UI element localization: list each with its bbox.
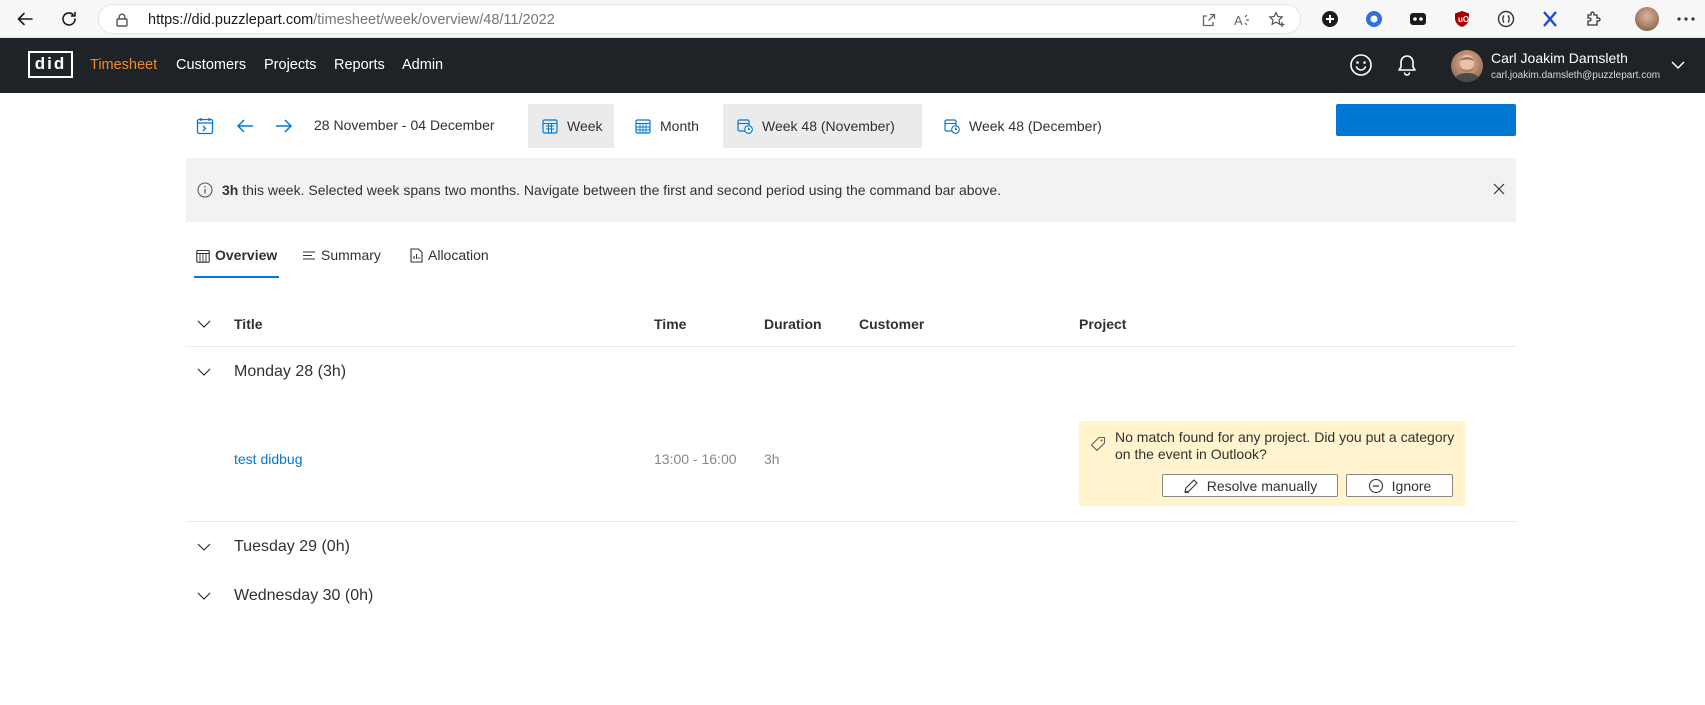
primary-action-button[interactable] <box>1336 104 1516 136</box>
info-message-bar: 3h this week. Selected week spans two mo… <box>186 158 1516 222</box>
extension-icon[interactable] <box>1496 9 1516 29</box>
collapse-all-chevron-icon[interactable] <box>192 312 216 336</box>
nav-timesheet[interactable]: Timesheet <box>90 57 157 73</box>
url-path: /timesheet/week/overview/48/11/2022 <box>313 12 555 28</box>
tab-summary[interactable]: Summary <box>300 240 383 278</box>
back-arrow-icon[interactable] <box>12 6 38 32</box>
column-header-duration[interactable]: Duration <box>764 316 822 332</box>
tab-overview[interactable]: Overview <box>194 240 280 278</box>
calendar-month-icon <box>635 118 651 134</box>
group-toggle-chevron-icon[interactable] <box>192 535 216 559</box>
period-november-button[interactable]: Week 48 (November) <box>723 104 922 148</box>
group-header-tuesday[interactable]: Tuesday 29 (0h) <box>234 538 350 556</box>
info-message-body: this week. Selected week spans two month… <box>238 182 1002 198</box>
text-align-icon <box>302 247 316 263</box>
extension-icon[interactable] <box>1540 9 1560 29</box>
nav-reports[interactable]: Reports <box>334 57 385 73</box>
read-aloud-icon[interactable]: A <box>1234 11 1252 29</box>
period-december-button[interactable]: Week 48 (December) <box>930 104 1116 148</box>
group-toggle-chevron-icon[interactable] <box>192 584 216 608</box>
date-range-label: 28 November - 04 December <box>314 117 495 133</box>
nav-customers[interactable]: Customers <box>176 57 246 73</box>
week-view-label: Week <box>567 118 603 134</box>
info-message-text: 3h this week. Selected week spans two mo… <box>222 182 1001 198</box>
user-email: carl.joakim.damsleth@puzzlepart.com <box>1491 70 1661 81</box>
block-icon <box>1368 478 1384 494</box>
ublock-icon[interactable]: uO <box>1452 9 1472 29</box>
extension-icon[interactable] <box>1320 9 1340 29</box>
bell-icon[interactable] <box>1394 52 1420 78</box>
lock-icon <box>116 13 128 27</box>
chevron-down-icon[interactable] <box>1669 56 1687 74</box>
edit-pen-icon <box>1183 478 1199 494</box>
url-text[interactable]: https://did.puzzlepart.com/timesheet/wee… <box>148 12 555 28</box>
divider <box>186 346 1516 347</box>
app-logo[interactable]: did <box>28 51 73 78</box>
arrow-left-icon[interactable] <box>229 104 261 148</box>
month-view-button[interactable]: Month <box>621 104 713 148</box>
calendar-clock-icon <box>944 118 960 134</box>
extension-icon[interactable] <box>1364 9 1384 29</box>
calendar-week-icon <box>196 247 210 263</box>
info-icon <box>197 182 213 198</box>
arrow-right-icon[interactable] <box>268 104 300 148</box>
svg-text:A: A <box>1234 13 1243 27</box>
column-header-customer[interactable]: Customer <box>859 316 924 332</box>
column-header-time[interactable]: Time <box>654 316 686 332</box>
column-header-title[interactable]: Title <box>234 316 263 332</box>
divider <box>186 521 1516 522</box>
url-domain: https://did.puzzlepart.com <box>148 12 314 28</box>
favorites-icon[interactable] <box>1268 11 1286 29</box>
tab-overview-label: Overview <box>215 247 278 263</box>
nav-admin[interactable]: Admin <box>402 57 443 73</box>
nav-projects[interactable]: Projects <box>264 57 316 73</box>
ignore-button[interactable]: Ignore <box>1346 474 1453 497</box>
week-view-button[interactable]: Week <box>528 104 614 148</box>
tag-icon <box>1090 436 1106 452</box>
event-title-link[interactable]: test didbug <box>234 451 303 467</box>
warning-message: No match found for any project. Did you … <box>1115 429 1455 462</box>
group-toggle-chevron-icon[interactable] <box>192 360 216 384</box>
ignore-label: Ignore <box>1391 477 1432 494</box>
period-december-label: Week 48 (December) <box>969 118 1102 134</box>
open-external-icon[interactable] <box>1200 11 1218 29</box>
column-header-project[interactable]: Project <box>1079 316 1126 332</box>
tab-allocation[interactable]: Allocation <box>408 240 491 278</box>
smiley-icon[interactable] <box>1348 52 1374 78</box>
no-project-match-warning: No match found for any project. Did you … <box>1079 421 1465 506</box>
more-options-icon[interactable] <box>1676 9 1696 29</box>
tab-summary-label: Summary <box>321 247 381 263</box>
resolve-manually-button[interactable]: Resolve manually <box>1162 474 1338 497</box>
close-icon[interactable] <box>1492 182 1506 196</box>
user-name[interactable]: Carl Joakim Damsleth <box>1491 50 1628 66</box>
tab-allocation-label: Allocation <box>428 247 489 263</box>
report-document-icon <box>410 247 423 263</box>
period-november-label: Week 48 (November) <box>762 118 895 134</box>
avatar[interactable] <box>1451 50 1483 82</box>
calendar-today-icon[interactable] <box>189 104 221 148</box>
week-hours: 3h <box>222 182 239 198</box>
calendar-clock-icon <box>737 118 753 134</box>
group-header-monday[interactable]: Monday 28 (3h) <box>234 363 346 381</box>
group-header-wednesday[interactable]: Wednesday 30 (0h) <box>234 587 373 605</box>
resolve-manually-label: Resolve manually <box>1206 477 1318 494</box>
browser-toolbar: https://did.puzzlepart.com/timesheet/wee… <box>0 0 1705 38</box>
svg-text:uO: uO <box>1458 15 1469 24</box>
address-bar[interactable]: https://did.puzzlepart.com/timesheet/wee… <box>98 4 1301 34</box>
reload-icon[interactable] <box>56 6 82 32</box>
app-header: did Timesheet Customers Projects Reports… <box>0 38 1705 93</box>
calendar-week-icon <box>542 118 558 134</box>
browser-profile-avatar[interactable] <box>1635 7 1659 31</box>
extensions-puzzle-icon[interactable] <box>1584 9 1604 29</box>
event-time: 13:00 - 16:00 <box>654 451 737 467</box>
event-duration: 3h <box>764 451 780 467</box>
extension-icon[interactable] <box>1408 9 1428 29</box>
month-view-label: Month <box>660 118 699 134</box>
